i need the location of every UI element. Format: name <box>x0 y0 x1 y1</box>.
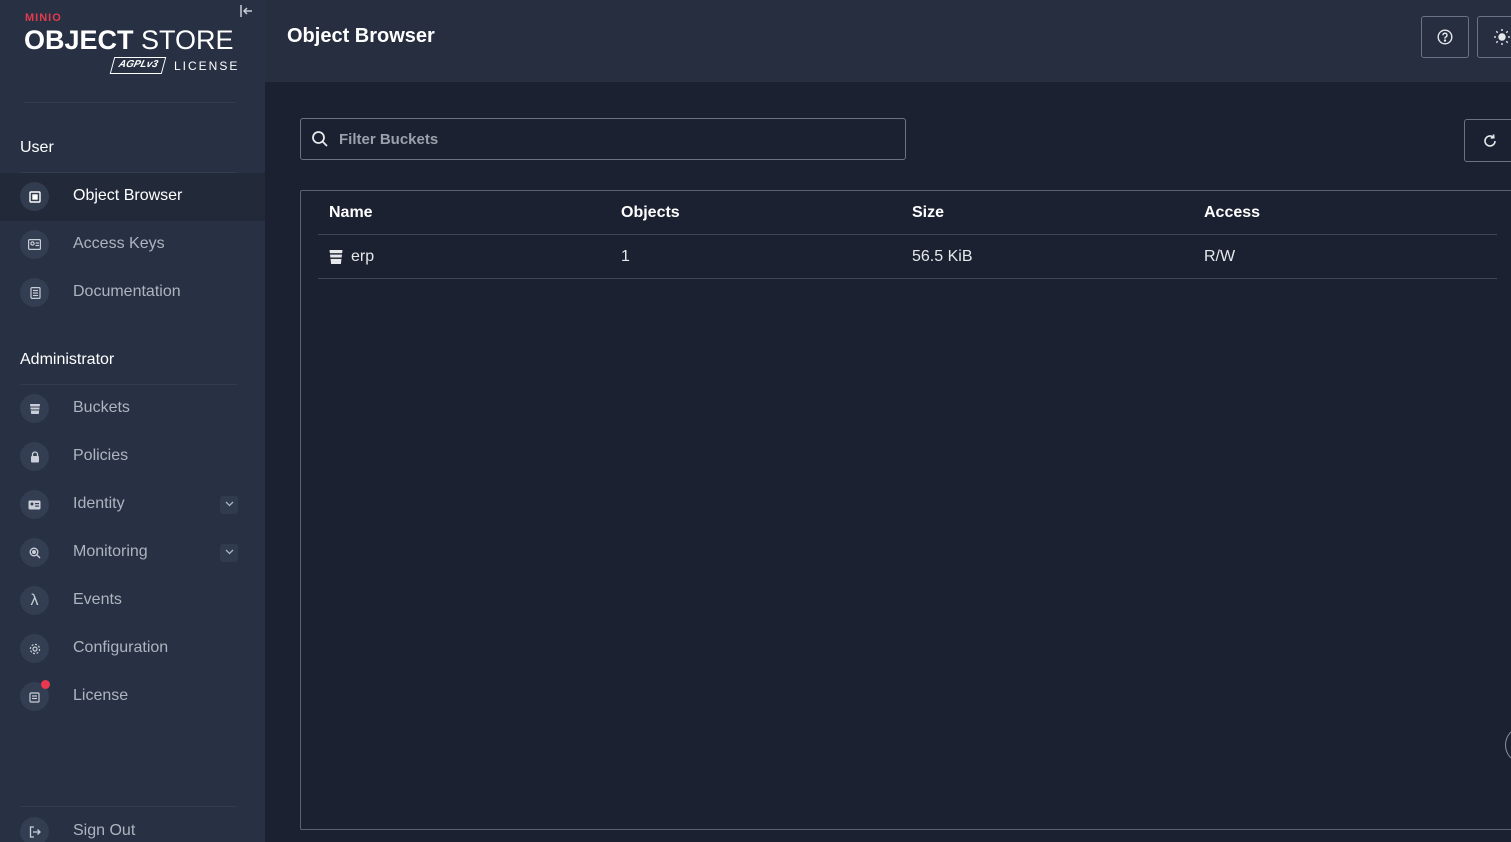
logo-minio-text: MINIO <box>25 12 62 24</box>
license-icon <box>20 680 50 711</box>
lock-icon <box>20 442 49 471</box>
gear-icon <box>20 634 49 663</box>
sidebar-item-label: Events <box>73 591 122 608</box>
column-header-objects[interactable]: Objects <box>621 204 680 222</box>
help-button[interactable] <box>1421 16 1469 58</box>
filter-buckets-search[interactable] <box>300 118 906 160</box>
sidebar-item-policies[interactable]: Policies <box>0 433 265 481</box>
table-row[interactable]: erp 1 56.5 KiB R/W <box>318 235 1497 279</box>
logo-title: OBJECT STORE <box>24 25 234 56</box>
logo-store-text: STORE <box>141 25 234 55</box>
refresh-button[interactable] <box>1464 119 1511 162</box>
monitoring-icon <box>20 538 49 567</box>
sidebar-item-label: Sign Out <box>73 822 136 839</box>
minio-logo: MINIO OBJECT STORE AGPLv3 LICENSE <box>24 12 237 82</box>
chevron-down-icon[interactable] <box>220 544 238 562</box>
sidebar-item-documentation[interactable]: Documentation <box>0 269 265 317</box>
collapse-sidebar-icon[interactable] <box>237 4 255 22</box>
sidebar-item-label: Documentation <box>73 283 181 300</box>
theme-toggle-button[interactable] <box>1477 16 1511 58</box>
section-administrator: Administrator <box>20 351 115 368</box>
lambda-icon: λ <box>20 586 49 615</box>
help-icon <box>1437 29 1453 45</box>
sidebar-item-sign-out[interactable]: Sign Out <box>0 808 265 842</box>
main-content: Name Objects Size Access erp 1 56.5 KiB … <box>265 82 1511 842</box>
sidebar-item-label: Monitoring <box>73 543 148 560</box>
sun-icon <box>1494 29 1510 45</box>
bucket-icon <box>329 250 343 264</box>
sidebar-item-label: Object Browser <box>73 187 183 204</box>
sidebar-item-object-browser[interactable]: Object Browser <box>0 173 265 221</box>
object-browser-icon <box>20 182 49 211</box>
column-header-name[interactable]: Name <box>329 204 373 222</box>
buckets-table: Name Objects Size Access erp 1 56.5 KiB … <box>300 190 1511 830</box>
bucket-size: 56.5 KiB <box>912 248 973 265</box>
access-keys-icon <box>20 230 49 259</box>
bucket-objects: 1 <box>621 248 630 265</box>
logo-license-text: LICENSE <box>174 59 240 73</box>
sidebar-item-monitoring[interactable]: Monitoring <box>0 529 265 577</box>
filter-buckets-input[interactable] <box>339 119 899 159</box>
column-header-access[interactable]: Access <box>1204 204 1260 222</box>
page-title: Object Browser <box>287 25 435 47</box>
logo-object-text: OBJECT <box>24 25 134 55</box>
app-root: MINIO OBJECT STORE AGPLv3 LICENSE User O… <box>0 0 1511 842</box>
section-divider <box>20 806 237 807</box>
agpl-badge: AGPLv3 <box>109 57 167 74</box>
sign-out-icon <box>20 817 49 842</box>
section-user: User <box>20 139 54 156</box>
sidebar-item-access-keys[interactable]: Access Keys <box>0 221 265 269</box>
search-icon <box>312 131 328 147</box>
sidebar-item-label: License <box>73 687 129 704</box>
sidebar-item-label: Policies <box>73 447 129 464</box>
brand-divider <box>24 102 236 103</box>
chevron-down-icon[interactable] <box>220 496 238 514</box>
refresh-icon <box>1484 133 1496 147</box>
documentation-icon <box>20 278 49 307</box>
bucket-icon <box>20 394 49 423</box>
sidebar-item-label: Buckets <box>73 399 130 416</box>
sidebar: MINIO OBJECT STORE AGPLv3 LICENSE User O… <box>0 0 265 842</box>
bucket-name[interactable]: erp <box>351 248 374 266</box>
table-header: Name Objects Size Access <box>318 191 1497 235</box>
sidebar-item-license[interactable]: License <box>0 673 265 721</box>
sidebar-item-buckets[interactable]: Buckets <box>0 385 265 433</box>
sidebar-item-label: Access Keys <box>73 235 165 252</box>
bucket-access: R/W <box>1204 248 1236 265</box>
sidebar-item-label: Configuration <box>73 639 169 656</box>
column-header-size[interactable]: Size <box>912 204 944 222</box>
sidebar-item-label: Identity <box>73 495 125 512</box>
sidebar-item-configuration[interactable]: Configuration <box>0 625 265 673</box>
notification-badge <box>41 680 50 689</box>
identity-icon <box>20 490 49 519</box>
sidebar-item-events[interactable]: λ Events <box>0 577 265 625</box>
page-header: Object Browser <box>265 0 1511 82</box>
sidebar-item-identity[interactable]: Identity <box>0 481 265 529</box>
